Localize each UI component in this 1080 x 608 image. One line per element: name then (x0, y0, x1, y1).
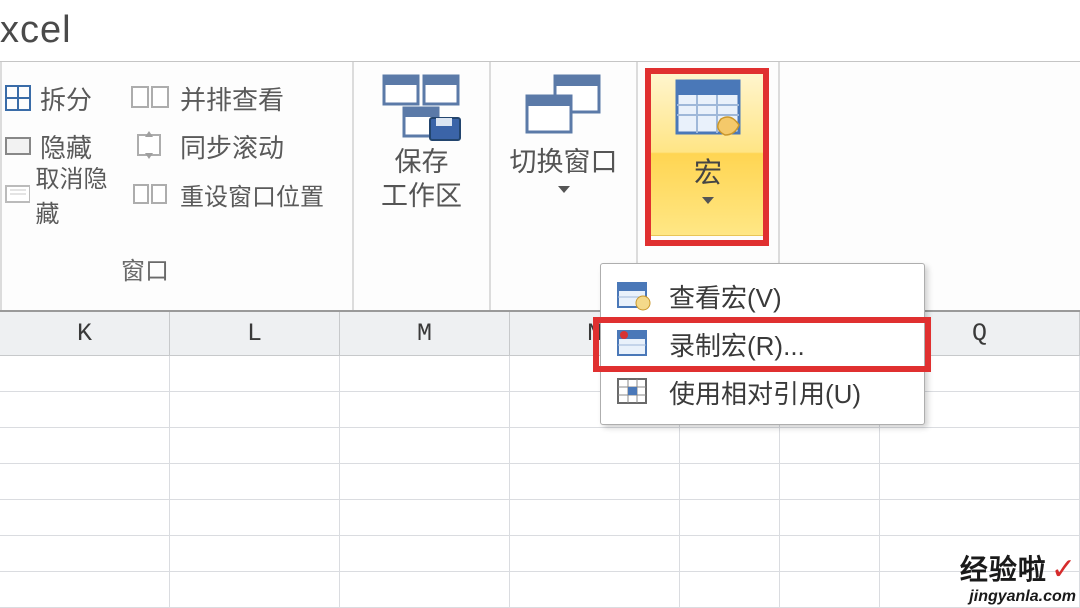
relative-ref-icon (615, 375, 651, 409)
side-by-side-label: 并排查看 (180, 80, 284, 117)
grid-cell[interactable] (170, 500, 340, 536)
grid-cell[interactable] (780, 428, 880, 464)
switch-windows-label: 切换窗口 (510, 146, 618, 180)
grid-cell[interactable] (880, 500, 1080, 536)
save-workspace-button[interactable]: 保存 工作区 (354, 62, 489, 310)
window-group-label: 窗口 (0, 251, 352, 286)
view-macros-icon (615, 279, 651, 313)
sync-scroll-icon (130, 131, 172, 161)
grid-cell[interactable] (340, 572, 510, 608)
record-macro-icon (615, 327, 651, 361)
chevron-down-icon (702, 197, 714, 204)
grid-row (0, 536, 1080, 572)
macros-dropdown: 查看宏(V) 录制宏(R)... 使用相对引用(U) (600, 263, 925, 425)
view-macros-item[interactable]: 查看宏(V) (601, 272, 924, 320)
grid-cell[interactable] (680, 536, 780, 572)
grid-cell[interactable] (510, 428, 680, 464)
grid-cell[interactable] (170, 536, 340, 572)
grid-row (0, 500, 1080, 536)
grid-cell[interactable] (680, 428, 780, 464)
title-bar: xcel (0, 0, 1080, 62)
relative-ref-label: 使用相对引用(U) (669, 374, 861, 411)
chevron-down-icon (558, 186, 570, 193)
unhide-icon (2, 178, 30, 210)
grid-row (0, 428, 1080, 464)
macros-button[interactable]: 宏 (647, 68, 769, 236)
save-workspace-icon (378, 72, 466, 142)
grid-cell[interactable] (880, 428, 1080, 464)
grid-cell[interactable] (340, 392, 510, 428)
grid-cell[interactable] (680, 464, 780, 500)
column-header[interactable]: K (0, 312, 170, 355)
unhide-button[interactable]: 取消隐藏 (2, 170, 118, 218)
grid-cell[interactable] (340, 536, 510, 572)
save-workspace-label: 保存 工作区 (381, 146, 462, 214)
sync-scroll-label: 同步滚动 (180, 128, 284, 165)
unhide-label: 取消隐藏 (36, 159, 119, 229)
grid-cell[interactable] (0, 500, 170, 536)
app-title: xcel (0, 9, 72, 52)
relative-ref-item[interactable]: 使用相对引用(U) (601, 368, 924, 416)
grid-cell[interactable] (510, 572, 680, 608)
grid-cell[interactable] (510, 464, 680, 500)
hide-icon (2, 130, 34, 162)
grid-cell[interactable] (780, 500, 880, 536)
column-header[interactable]: M (340, 312, 510, 355)
grid-cell[interactable] (340, 500, 510, 536)
grid-cell[interactable] (170, 356, 340, 392)
grid-cell[interactable] (680, 572, 780, 608)
watermark-text: 经验啦 (960, 554, 1047, 585)
sync-scroll-button[interactable]: 同步滚动 (118, 122, 352, 170)
grid-cell[interactable] (340, 464, 510, 500)
grid-cell[interactable] (170, 572, 340, 608)
split-icon (2, 82, 34, 114)
view-macros-label: 查看宏(V) (669, 278, 782, 315)
column-header[interactable]: L (170, 312, 340, 355)
reset-position-button[interactable]: 重设窗口位置 (118, 170, 352, 218)
grid-cell[interactable] (780, 536, 880, 572)
grid-cell[interactable] (0, 464, 170, 500)
grid-cell[interactable] (340, 356, 510, 392)
grid-cell[interactable] (880, 464, 1080, 500)
watermark: 经验啦✓ jingyanla.com (960, 548, 1076, 606)
grid-cell[interactable] (510, 536, 680, 572)
grid-cell[interactable] (340, 428, 510, 464)
grid-cell[interactable] (0, 356, 170, 392)
side-by-side-button[interactable]: 并排查看 (118, 74, 352, 122)
check-icon: ✓ (1051, 553, 1076, 586)
grid-cell[interactable] (170, 392, 340, 428)
macros-label: 宏 (694, 151, 722, 191)
grid-cell[interactable] (170, 464, 340, 500)
grid-cell[interactable] (0, 428, 170, 464)
grid-cell[interactable] (0, 536, 170, 572)
grid-cell[interactable] (0, 392, 170, 428)
split-label: 拆分 (40, 80, 92, 117)
split-button[interactable]: 拆分 (2, 74, 118, 122)
grid-cell[interactable] (680, 500, 780, 536)
grid-cell[interactable] (780, 572, 880, 608)
record-macro-item[interactable]: 录制宏(R)... (601, 320, 924, 368)
switch-windows-icon (519, 72, 609, 142)
grid-row (0, 572, 1080, 608)
reset-position-icon (130, 179, 172, 209)
reset-position-label: 重设窗口位置 (180, 177, 324, 212)
grid-cell[interactable] (510, 500, 680, 536)
ribbon-group-window-b: 并排查看 同步滚动 重设窗口位置 窗口 (118, 62, 352, 310)
side-by-side-icon (130, 83, 172, 113)
grid-cell[interactable] (170, 428, 340, 464)
macros-icon (669, 75, 747, 145)
watermark-url: jingyanla.com (960, 588, 1076, 606)
grid-row (0, 464, 1080, 500)
record-macro-label: 录制宏(R)... (669, 326, 805, 363)
grid-cell[interactable] (780, 464, 880, 500)
grid-cell[interactable] (0, 572, 170, 608)
